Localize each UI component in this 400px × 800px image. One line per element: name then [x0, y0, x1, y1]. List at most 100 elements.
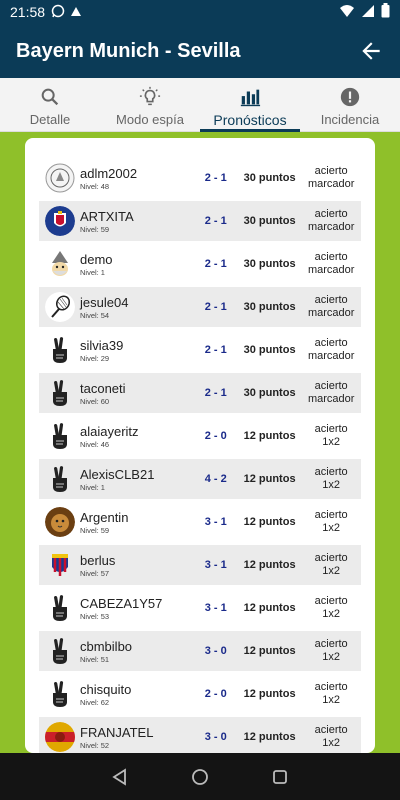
avatar	[45, 464, 75, 494]
points: 30 puntos	[243, 387, 296, 399]
avatar	[45, 593, 75, 623]
battery-icon	[381, 3, 390, 21]
avatar	[45, 206, 75, 236]
username: taconeti	[80, 380, 126, 396]
user-info: chisquito Nivel: 62	[80, 682, 194, 707]
username: adlm2002	[80, 165, 138, 181]
user-level: Nivel: 53	[80, 612, 194, 621]
prediction-row[interactable]: chisquito Nivel: 62 2 - 0 12 puntos acierto 1x…	[39, 674, 361, 714]
tab-modo-espia[interactable]: Modo espía	[100, 78, 200, 131]
predicted-score: 2 - 1	[204, 258, 227, 270]
username: AlexisCLB21	[80, 466, 155, 482]
search-icon	[41, 88, 59, 106]
tab-detalle[interactable]: Detalle	[0, 78, 100, 131]
predicted-score: 3 - 1	[204, 516, 227, 528]
avatar	[45, 249, 75, 279]
prediction-row[interactable]: FRANJATEL Nivel: 52 3 - 0 12 puntos acierto 1x…	[39, 717, 361, 753]
tab-label: Modo espía	[116, 112, 184, 127]
level-value: 53	[100, 611, 110, 621]
points: 12 puntos	[243, 473, 296, 485]
username: silvia39	[80, 337, 124, 353]
user-level: Nivel: 51	[80, 655, 194, 664]
result-line-2: marcador	[307, 350, 355, 362]
result-type: acierto marcador	[301, 208, 361, 234]
predictions-list: adlm2002 Nivel: 48 2 - 1 30 puntos acierto mar…	[25, 138, 375, 753]
whatsapp-icon	[51, 4, 65, 21]
result-type: acierto marcador	[301, 251, 361, 277]
prediction-row[interactable]: taconeti Nivel: 60 2 - 1 30 puntos acierto mar…	[39, 373, 361, 413]
level-value: 29	[100, 353, 110, 363]
tab-label: Incidencia	[320, 112, 380, 127]
level-prefix: Nivel:	[80, 568, 99, 578]
arrow-left-icon[interactable]	[358, 38, 384, 64]
result-line-1: acierto	[314, 509, 348, 521]
level-prefix: Nivel:	[80, 224, 99, 234]
predicted-score: 2 - 1	[204, 215, 227, 227]
avatar	[45, 163, 75, 193]
user-level: Nivel: 48	[80, 182, 194, 191]
tab-bar: Detalle Modo espía Pronósticos Incidenci…	[0, 78, 400, 132]
nav-home-icon[interactable]	[191, 768, 209, 786]
user-level: Nivel: 1	[80, 268, 194, 277]
result-line-2: 1x2	[322, 737, 341, 749]
prediction-row[interactable]: demo Nivel: 1 2 - 1 30 puntos acierto marcador	[39, 244, 361, 284]
points: 30 puntos	[243, 301, 296, 313]
prediction-row[interactable]: ARTXITA Nivel: 59 2 - 1 30 puntos acierto marc…	[39, 201, 361, 241]
tab-incidencia[interactable]: Incidencia	[300, 78, 400, 131]
result-line-1: acierto	[314, 294, 348, 306]
result-line-1: acierto	[314, 423, 348, 435]
avatar	[45, 550, 75, 580]
username: demo	[80, 251, 113, 267]
prediction-row[interactable]: adlm2002 Nivel: 48 2 - 1 30 puntos acierto mar…	[39, 158, 361, 198]
user-info: adlm2002 Nivel: 48	[80, 166, 194, 191]
user-info: AlexisCLB21 Nivel: 1	[80, 467, 194, 492]
result-line-1: acierto	[314, 681, 348, 693]
username: berlus	[80, 552, 116, 568]
result-line-2: 1x2	[322, 479, 341, 491]
status-time: 21:58	[10, 4, 46, 20]
points: 12 puntos	[243, 559, 296, 571]
prediction-row[interactable]: cbmbilbo Nivel: 51 3 - 0 12 puntos acierto 1x2	[39, 631, 361, 671]
level-value: 59	[100, 224, 110, 234]
level-prefix: Nivel:	[80, 740, 99, 750]
user-info: berlus Nivel: 57	[80, 553, 194, 578]
user-info: ARTXITA Nivel: 59	[80, 209, 194, 234]
avatar	[45, 636, 75, 666]
prediction-row[interactable]: alaiayeritz Nivel: 46 2 - 0 12 puntos acierto…	[39, 416, 361, 456]
nav-recents-icon[interactable]	[271, 768, 289, 786]
user-level: Nivel: 54	[80, 311, 194, 320]
lightbulb-icon	[139, 86, 161, 106]
user-info: cbmbilbo Nivel: 51	[80, 639, 194, 664]
level-prefix: Nivel:	[80, 439, 99, 449]
username: chisquito	[80, 681, 132, 697]
prediction-row[interactable]: jesule04 Nivel: 54 2 - 1 30 puntos acierto mar…	[39, 287, 361, 327]
result-line-1: acierto	[314, 595, 348, 607]
user-level: Nivel: 46	[80, 440, 194, 449]
prediction-row[interactable]: AlexisCLB21 Nivel: 1 4 - 2 12 puntos acierto 1…	[39, 459, 361, 499]
user-info: alaiayeritz Nivel: 46	[80, 424, 194, 449]
points: 12 puntos	[243, 602, 296, 614]
prediction-row[interactable]: berlus Nivel: 57 3 - 1 12 puntos acierto 1x2	[39, 545, 361, 585]
tab-pronosticos[interactable]: Pronósticos	[200, 78, 300, 132]
result-line-2: marcador	[307, 264, 355, 276]
prediction-row[interactable]: CABEZA1Y57 Nivel: 53 3 - 1 12 puntos acierto 1…	[39, 588, 361, 628]
result-line-1: acierto	[314, 337, 348, 349]
nav-back-icon[interactable]	[111, 767, 129, 786]
tab-label: Detalle	[29, 112, 71, 127]
level-prefix: Nivel:	[80, 181, 99, 191]
result-line-2: 1x2	[322, 651, 341, 663]
predicted-score: 4 - 2	[204, 473, 227, 485]
predicted-score: 2 - 1	[204, 172, 227, 184]
user-info: jesule04 Nivel: 54	[80, 295, 194, 320]
level-prefix: Nivel:	[80, 310, 99, 320]
avatar	[45, 335, 75, 365]
prediction-row[interactable]: silvia39 Nivel: 29 2 - 1 30 puntos acierto mar…	[39, 330, 361, 370]
username: Argentin	[80, 509, 129, 525]
result-type: acierto 1x2	[301, 681, 361, 707]
points: 30 puntos	[243, 215, 296, 227]
user-level: Nivel: 59	[80, 225, 194, 234]
prediction-row[interactable]: Argentin Nivel: 59 3 - 1 12 puntos acierto 1x2	[39, 502, 361, 542]
predicted-score: 2 - 0	[204, 430, 227, 442]
user-level: Nivel: 52	[80, 741, 194, 750]
level-prefix: Nivel:	[80, 697, 99, 707]
